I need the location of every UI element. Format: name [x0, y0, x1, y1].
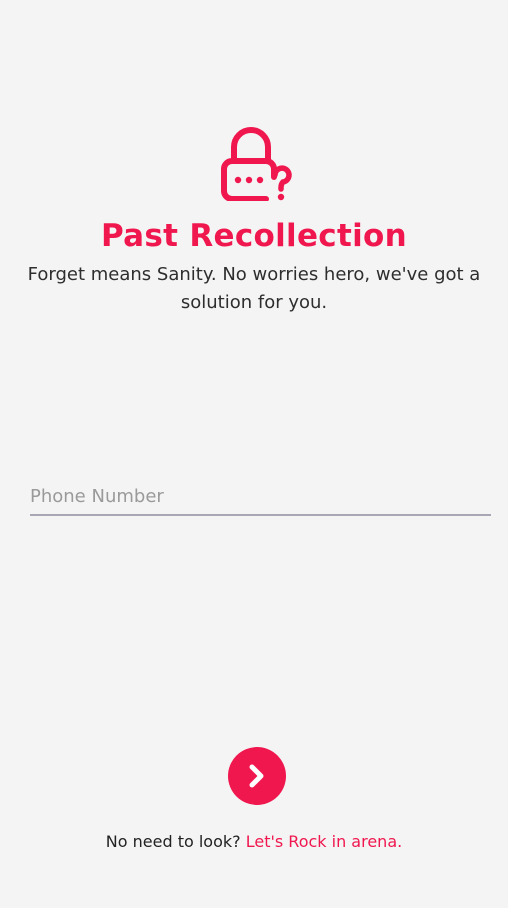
login-link[interactable]: Let's Rock in arena.	[246, 832, 402, 851]
chevron-right-icon	[249, 764, 264, 788]
page-title: Past Recollection	[100, 218, 407, 254]
footer-prompt: No need to look?	[105, 832, 241, 851]
next-button[interactable]	[228, 747, 286, 805]
lock-question-icon	[221, 127, 292, 201]
phone-number-input[interactable]	[30, 478, 491, 516]
footer-text: No need to look? Let's Rock in arena.	[0, 830, 508, 854]
page-subtitle: Forget means Sanity. No worries hero, we…	[27, 264, 481, 313]
